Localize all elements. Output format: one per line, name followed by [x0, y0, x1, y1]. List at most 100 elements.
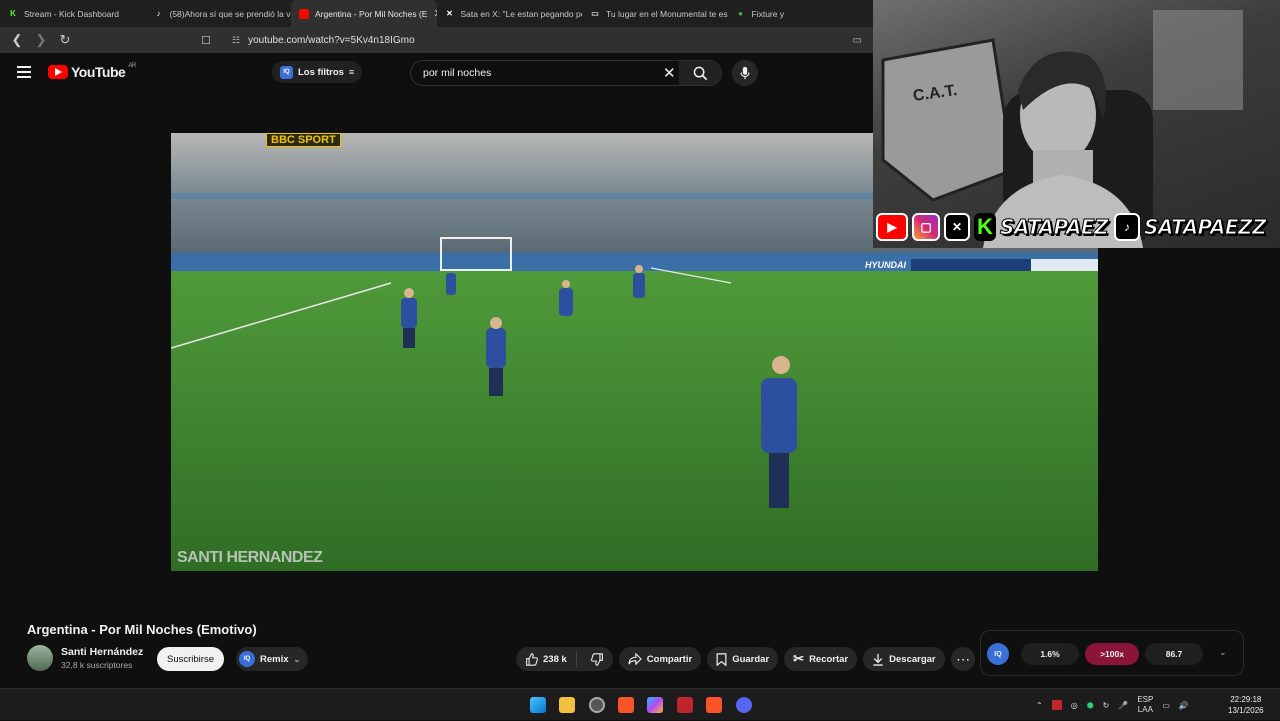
volume-icon[interactable]: 🔊 [1179, 701, 1189, 710]
subscriber-count: 32,8 k suscriptores [61, 660, 133, 670]
search-query: por mil noches [423, 67, 492, 79]
logo-region: AR [128, 63, 136, 69]
browser-tab[interactable]: ● Fixture y [728, 0, 874, 27]
tray-app3-icon[interactable]: ⬢ [1087, 701, 1094, 710]
browser-tab[interactable]: ▭ Tu lugar en el Monumental te espera [582, 0, 728, 27]
bbc-sport-watermark: BBC SPORT [266, 133, 341, 147]
search-button[interactable] [679, 61, 721, 85]
youtube-icon [299, 8, 309, 19]
video-actions: 238 k Compartir Guardar ✂ Recortar Desca… [516, 647, 975, 671]
channel-avatar[interactable] [27, 645, 53, 671]
back-icon[interactable]: ❮ [6, 29, 28, 51]
system-clock[interactable]: 22:29:18 13/1/2026 [1228, 694, 1264, 716]
menu-icon[interactable] [17, 66, 31, 81]
tray-app2-icon[interactable]: ◎ [1071, 701, 1078, 710]
lang-bottom: LAA [1137, 705, 1153, 714]
browser-tab-label: Sata en X: "Le estan pegando por na [460, 8, 583, 19]
tray-sync-icon[interactable]: ↻ [1103, 701, 1110, 710]
x-icon: ✕ [944, 213, 970, 241]
page-icon: ▭ [591, 9, 599, 18]
browser-tab-label: Argentina - Por Mil Noches (E [315, 8, 428, 19]
kick-icon: K [974, 213, 996, 241]
like-dislike-group: 238 k [516, 647, 613, 671]
browser-tab-label: Stream - Kick Dashboard [24, 8, 119, 19]
download-icon [873, 653, 883, 666]
tray-mic-icon[interactable]: 🎤 [1118, 701, 1128, 710]
like-button[interactable]: 238 k [516, 651, 577, 667]
youtube-header: YouTube AR IQ Los filtros ≡ por mil noch… [0, 53, 873, 91]
file-explorer-icon[interactable] [559, 697, 575, 713]
tiktok-icon: ♪ [1114, 213, 1141, 241]
microphone-icon [740, 66, 750, 80]
lang-top: ESP [1137, 695, 1154, 704]
youtube-icon: ▶ [876, 213, 908, 241]
browser-tab[interactable]: ♪ (58)Ahora sí que se prendió la vaina [146, 0, 292, 27]
bookmark-icon [716, 652, 727, 666]
clear-search-icon[interactable]: ✕ [663, 64, 676, 82]
iq-stat-score: 86.7 [1145, 643, 1203, 665]
language-indicator[interactable]: ESP LAA [1137, 695, 1153, 715]
discord-icon[interactable] [736, 697, 752, 713]
clip-button[interactable]: ✂ Recortar [784, 647, 858, 671]
clock-time: 22:29:18 [1230, 695, 1262, 704]
windows-start-icon[interactable] [530, 697, 546, 713]
copilot-icon[interactable] [647, 697, 663, 713]
chevron-down-icon[interactable]: ⌄ [1219, 647, 1227, 658]
browser-tab-label: (58)Ahora sí que se prendió la vaina [169, 8, 292, 19]
clip-label: Recortar [809, 653, 849, 665]
youtube-play-icon [48, 65, 68, 79]
download-button[interactable]: Descargar [863, 647, 945, 671]
save-button[interactable]: Guardar [707, 647, 779, 671]
more-actions-icon[interactable]: ⋯ [950, 647, 975, 671]
brave-icon[interactable] [618, 697, 634, 713]
voice-search-button[interactable] [732, 60, 758, 86]
sliders-icon: ≡ [348, 67, 355, 77]
tray-app-icon[interactable] [1051, 700, 1062, 710]
share-label: Compartir [646, 653, 693, 665]
browser-tab-label: Tu lugar en el Monumental te espera [606, 8, 728, 19]
filters-button[interactable]: IQ Los filtros ≡ [272, 61, 363, 83]
search-input[interactable]: por mil noches ✕ [410, 60, 722, 86]
social-overlay: ▶ ▢ ✕ K SATAPAEZ ♪ SATAPAEZZ [876, 210, 1268, 244]
iq-badge[interactable]: IQ [987, 643, 1009, 665]
share-button[interactable]: Compartir [618, 647, 702, 671]
url-field[interactable]: ☷ youtube.com/watch?v=5Kv4n18IGmo ▭ [222, 29, 870, 51]
kick-handle: SATAPAEZ [999, 215, 1109, 240]
brave-beta-icon[interactable] [706, 697, 722, 713]
youtube-logo[interactable]: YouTube AR [48, 63, 136, 80]
remix-button[interactable]: IQ Remix ⌄ [236, 647, 309, 671]
channel-info[interactable]: Santi Hernández 32,8 k suscriptores [27, 645, 143, 671]
address-bar-row: ❮ ❯ ↻ ☐ ☷ youtube.com/watch?v=5Kv4n18IGm… [0, 27, 873, 53]
dislike-button[interactable] [582, 652, 613, 666]
browser-tab[interactable]: Argentina - Por Mil Noches (E✕ [291, 0, 437, 27]
forward-icon[interactable]: ❯ [30, 29, 52, 51]
browser-tab[interactable]: K Stream - Kick Dashboard [0, 0, 146, 27]
system-tray: ⌃ ◎ ⬢ ↻ 🎤 ESP LAA ▭ 🔊 [1036, 689, 1189, 721]
iq-icon: IQ [239, 651, 255, 667]
iq-stat-percent: 1.6% [1021, 643, 1079, 665]
browser-tab-label: Fixture y [751, 8, 785, 19]
channel-name[interactable]: Santi Hernández [61, 646, 143, 658]
app-red-icon[interactable] [677, 697, 693, 713]
clock-date: 13/1/2026 [1228, 706, 1264, 715]
reload-icon[interactable]: ↻ [54, 29, 76, 51]
bookmark-icon[interactable]: ☐ [195, 29, 217, 51]
tiktok-handle: SATAPAEZZ [1144, 215, 1268, 240]
chevron-up-icon[interactable]: ⌃ [1036, 701, 1043, 710]
url-text: youtube.com/watch?v=5Kv4n18IGmo [248, 34, 415, 46]
share-icon [628, 653, 642, 665]
monitor-icon[interactable]: ▭ [1162, 701, 1170, 710]
filters-label: Los filtros [298, 66, 344, 78]
cast-icon[interactable]: ▭ [853, 35, 862, 46]
thumbs-up-icon [526, 652, 538, 666]
subscribe-button[interactable]: Suscribirse [157, 647, 224, 671]
iq-icon: IQ [280, 65, 293, 79]
browser-tab[interactable]: ✕ Sata en X: "Le estan pegando por na [437, 0, 583, 27]
like-count: 238 k [543, 653, 567, 665]
site-info-icon[interactable]: ☷ [232, 35, 240, 46]
logo-text: YouTube [71, 64, 126, 80]
scissors-icon: ✂ [793, 651, 805, 666]
video-title: Argentina - Por Mil Noches (Emotivo) [27, 622, 257, 637]
iq-stats-widget: IQ 1.6% >100x 86.7 ⌄ [980, 630, 1244, 676]
chrome-icon[interactable] [589, 697, 605, 713]
